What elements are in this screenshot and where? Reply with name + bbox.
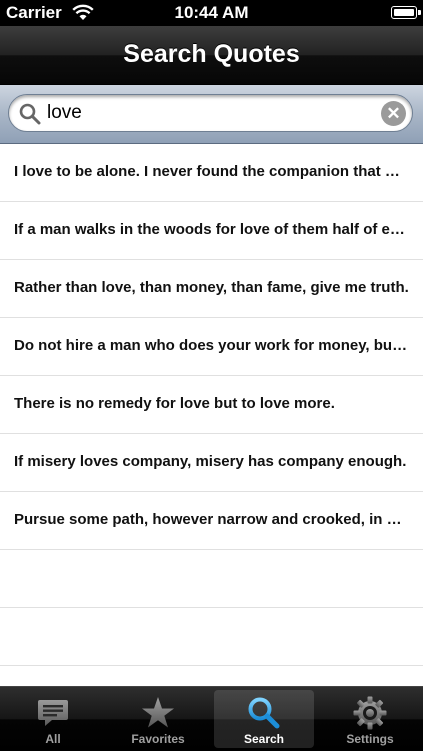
clock: 10:44 AM — [174, 3, 249, 22]
page-title: Search Quotes — [123, 40, 300, 68]
list-item[interactable]: Pursue some path, however narrow and cro… — [0, 492, 423, 550]
tab-all[interactable]: All — [3, 690, 103, 748]
tab-settings[interactable]: Settings — [320, 690, 420, 748]
tab-label: All — [45, 732, 61, 746]
star-icon — [142, 697, 174, 728]
list-item[interactable]: If misery loves company, misery has comp… — [0, 434, 423, 492]
tab-label: Search — [243, 732, 285, 746]
speech-bubble-icon — [38, 700, 68, 726]
quote-text: Rather than love, than money, than fame,… — [14, 279, 409, 296]
close-icon: ✕ — [386, 104, 401, 123]
empty-row — [0, 550, 423, 608]
quote-text: There is no remedy for love but to love … — [14, 395, 335, 412]
quote-text: I love to be alone. I never found the co… — [14, 163, 410, 180]
tab-bar: All Favorites Search Settings — [0, 686, 423, 751]
list-item[interactable]: Do not hire a man who does your work for… — [0, 318, 423, 376]
clear-search-button[interactable]: ✕ — [381, 101, 406, 126]
gear-icon — [353, 696, 387, 730]
search-input[interactable] — [47, 99, 367, 127]
quote-text: If misery loves company, misery has comp… — [14, 453, 407, 470]
quote-text: Pursue some path, however narrow and cro… — [14, 511, 410, 528]
empty-row — [0, 608, 423, 666]
list-item[interactable]: There is no remedy for love but to love … — [0, 376, 423, 434]
list-item[interactable]: I love to be alone. I never found the co… — [0, 144, 423, 202]
results-list: I love to be alone. I never found the co… — [0, 144, 423, 666]
tab-label: Favorites — [131, 732, 185, 746]
search-icon — [248, 697, 280, 729]
tab-favorites[interactable]: Favorites — [108, 690, 208, 748]
status-bar: Carrier 10:44 AM — [0, 0, 423, 26]
search-bar: ✕ — [0, 85, 423, 144]
navigation-bar: Search Quotes — [0, 26, 423, 85]
quote-text: Do not hire a man who does your work for… — [14, 337, 410, 354]
battery-icon — [391, 6, 421, 19]
search-field[interactable]: ✕ — [8, 94, 413, 132]
tab-label: Settings — [346, 732, 394, 746]
list-item[interactable]: Rather than love, than money, than fame,… — [0, 260, 423, 318]
list-item[interactable]: If a man walks in the woods for love of … — [0, 202, 423, 260]
tab-search[interactable]: Search — [214, 690, 314, 748]
magnifier-icon — [19, 103, 41, 125]
quote-text: If a man walks in the woods for love of … — [14, 221, 410, 238]
